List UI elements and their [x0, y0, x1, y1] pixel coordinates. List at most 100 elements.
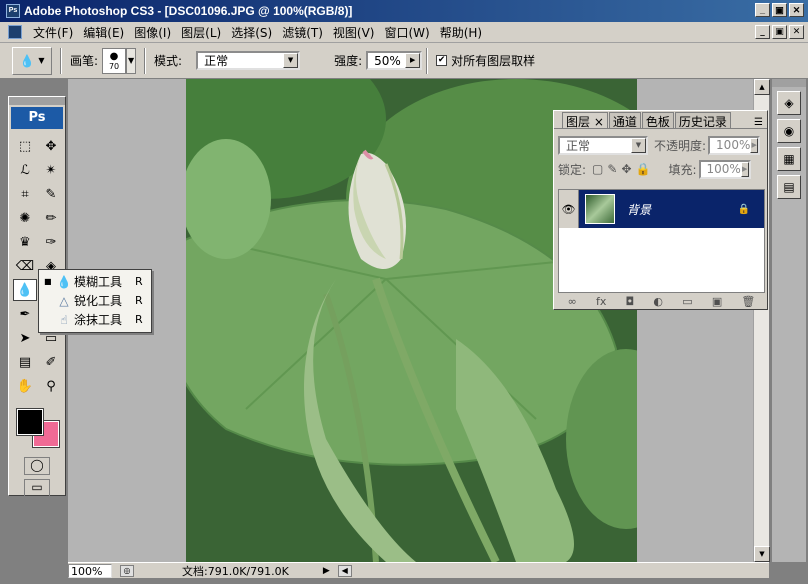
- new-group-icon[interactable]: ▭: [682, 295, 692, 308]
- tab-layers[interactable]: 图层 ×: [562, 112, 608, 129]
- minimize-button[interactable]: _: [755, 3, 770, 17]
- hand-tool-icon[interactable]: ✋: [13, 375, 37, 397]
- zoom-field[interactable]: 100%: [68, 563, 112, 578]
- document-icon[interactable]: [8, 25, 22, 39]
- maximize-button[interactable]: ▣: [772, 3, 787, 17]
- adjustment-layer-icon[interactable]: ◐: [653, 295, 663, 308]
- tab-channels[interactable]: 通道: [608, 112, 641, 129]
- ps-logo[interactable]: Ps: [11, 107, 63, 129]
- brush-tool-icon[interactable]: ✏: [39, 207, 63, 229]
- slice-tool-icon[interactable]: ✎: [39, 183, 63, 205]
- lock-pixels-icon[interactable]: ✎: [607, 162, 617, 176]
- doc-restore-button[interactable]: ▣: [772, 25, 787, 39]
- zoom-icon[interactable]: ◎: [120, 564, 134, 577]
- fill-input[interactable]: 100% ▶: [698, 159, 751, 179]
- new-layer-icon[interactable]: ▣: [712, 295, 722, 308]
- brush-size: 70: [108, 61, 120, 71]
- chevron-right-icon[interactable]: ▶: [750, 137, 759, 153]
- navigator-dock-icon[interactable]: ◉: [777, 119, 801, 143]
- notes-tool-icon[interactable]: ▤: [13, 351, 37, 373]
- quick-mask-button[interactable]: ◯: [24, 457, 50, 475]
- menu-layer[interactable]: 图层(L): [176, 24, 226, 41]
- opacity-value: 100%: [716, 138, 751, 152]
- chevron-right-icon[interactable]: ▶: [740, 161, 749, 177]
- menu-select[interactable]: 选择(S): [226, 24, 277, 41]
- blur-drop-icon: 💧: [56, 274, 72, 289]
- pen-tool-icon[interactable]: ✒: [13, 303, 37, 325]
- zoom-tool-icon[interactable]: ⚲: [39, 375, 63, 397]
- add-mask-icon[interactable]: ◘: [626, 295, 635, 308]
- photoshop-logo-icon: Ps: [6, 4, 20, 18]
- marquee-tool-icon[interactable]: ⬚: [13, 135, 37, 157]
- link-layers-icon[interactable]: ∞: [568, 295, 577, 308]
- layer-row-background[interactable]: 👁 背景 🔒: [559, 190, 764, 228]
- menu-filter[interactable]: 滤镜(T): [277, 24, 328, 41]
- lock-row: 锁定: ▢ ✎ ✥ 🔒 填充: 100% ▶: [554, 157, 767, 181]
- opacity-input[interactable]: 100% ▶: [708, 135, 761, 155]
- tab-history[interactable]: 历史记录: [674, 112, 731, 129]
- tab-swatches[interactable]: 色板: [641, 112, 674, 129]
- magic-wand-tool-icon[interactable]: ✴: [39, 159, 63, 181]
- dock-grip[interactable]: [772, 79, 806, 87]
- lock-transparent-icon[interactable]: ▢: [592, 162, 603, 176]
- tool-preset-picker[interactable]: 💧 ▼: [12, 46, 52, 75]
- strength-label: 强度:: [334, 54, 363, 68]
- foreground-color[interactable]: [16, 408, 44, 436]
- strength-input[interactable]: 50% ▶: [366, 51, 423, 70]
- scroll-down-button[interactable]: ▼: [754, 546, 770, 562]
- layers-dock-icon[interactable]: ◈: [777, 91, 801, 115]
- menu-help[interactable]: 帮助(H): [435, 24, 487, 41]
- menu-file[interactable]: 文件(F): [28, 24, 78, 41]
- doc-info[interactable]: 文档:791.0K/791.0K: [182, 563, 289, 579]
- flyout-item-label: 模糊工具: [74, 275, 123, 289]
- close-button[interactable]: ✕: [789, 3, 804, 17]
- brush-label: 画笔:: [70, 54, 99, 68]
- options-bar: 💧 ▼ 画笔: ● 70 ▼ 模式: 正常 ▼ 强度: 50% ▶ ✔ 对所有图…: [0, 43, 808, 79]
- grid-dock-icon[interactable]: ▦: [777, 147, 801, 171]
- screen-mode-button[interactable]: ▭: [24, 479, 50, 497]
- mode-label: 模式:: [154, 54, 183, 68]
- actions-dock-icon[interactable]: ▤: [777, 175, 801, 199]
- flyout-blur-tool[interactable]: ■ 💧 模糊工具 R: [39, 272, 151, 291]
- opacity-label: 不透明度:: [654, 138, 707, 153]
- menu-edit[interactable]: 编辑(E): [78, 24, 129, 41]
- menu-image[interactable]: 图像(I): [129, 24, 176, 41]
- shortcut-key: R: [135, 313, 143, 326]
- clone-stamp-tool-icon[interactable]: ♛: [13, 231, 37, 253]
- history-brush-tool-icon[interactable]: ✑: [39, 231, 63, 253]
- eyedropper-tool-icon[interactable]: ✐: [39, 351, 63, 373]
- menu-view[interactable]: 视图(V): [328, 24, 380, 41]
- menu-window[interactable]: 窗口(W): [379, 24, 434, 41]
- chevron-right-icon[interactable]: ▶: [405, 53, 421, 68]
- blend-mode-select[interactable]: 正常 ▼: [558, 135, 648, 155]
- doc-close-button[interactable]: ✕: [789, 25, 804, 39]
- delete-layer-icon[interactable]: 🗑: [741, 295, 755, 308]
- brush-dropdown-button[interactable]: ▼: [126, 47, 137, 74]
- layers-footer: ∞ fx ◘ ◐ ▭ ▣ 🗑: [558, 293, 765, 309]
- flyout-smudge-tool[interactable]: ☝ 涂抹工具 R: [39, 310, 151, 329]
- flyout-sharpen-tool[interactable]: △ 锐化工具 R: [39, 291, 151, 310]
- fill-label: 填充:: [668, 162, 697, 177]
- lock-position-icon[interactable]: ✥: [621, 162, 631, 176]
- toolbox-grip[interactable]: [9, 97, 65, 105]
- eye-icon[interactable]: 👁: [559, 190, 579, 228]
- panel-menu-icon[interactable]: ☰: [754, 117, 763, 128]
- move-tool-icon[interactable]: ✥: [39, 135, 63, 157]
- lock-all-icon[interactable]: 🔒: [636, 162, 651, 176]
- scroll-up-button[interactable]: ▲: [754, 79, 770, 95]
- crop-tool-icon[interactable]: ⌗: [13, 183, 37, 205]
- path-selection-tool-icon[interactable]: ➤: [13, 327, 37, 349]
- mode-select[interactable]: 正常 ▼: [196, 51, 301, 70]
- sample-all-checkbox[interactable]: ✔: [436, 55, 448, 66]
- eraser-tool-icon[interactable]: ⌫: [13, 255, 37, 277]
- lock-icon: 🔒: [737, 203, 750, 215]
- blur-tool-icon[interactable]: 💧: [13, 279, 37, 301]
- doc-minimize-button[interactable]: _: [755, 25, 770, 39]
- lasso-tool-icon[interactable]: ℒ: [13, 159, 37, 181]
- brush-picker[interactable]: ● 70: [102, 47, 127, 74]
- layer-style-icon[interactable]: fx: [596, 295, 606, 308]
- scroll-left-button[interactable]: ◀: [337, 564, 352, 577]
- healing-brush-tool-icon[interactable]: ✺: [13, 207, 37, 229]
- status-menu-arrow-icon[interactable]: ▶: [323, 566, 330, 576]
- panel-tabs: 图层 × 通道 色板 历史记录 ☰: [554, 111, 767, 129]
